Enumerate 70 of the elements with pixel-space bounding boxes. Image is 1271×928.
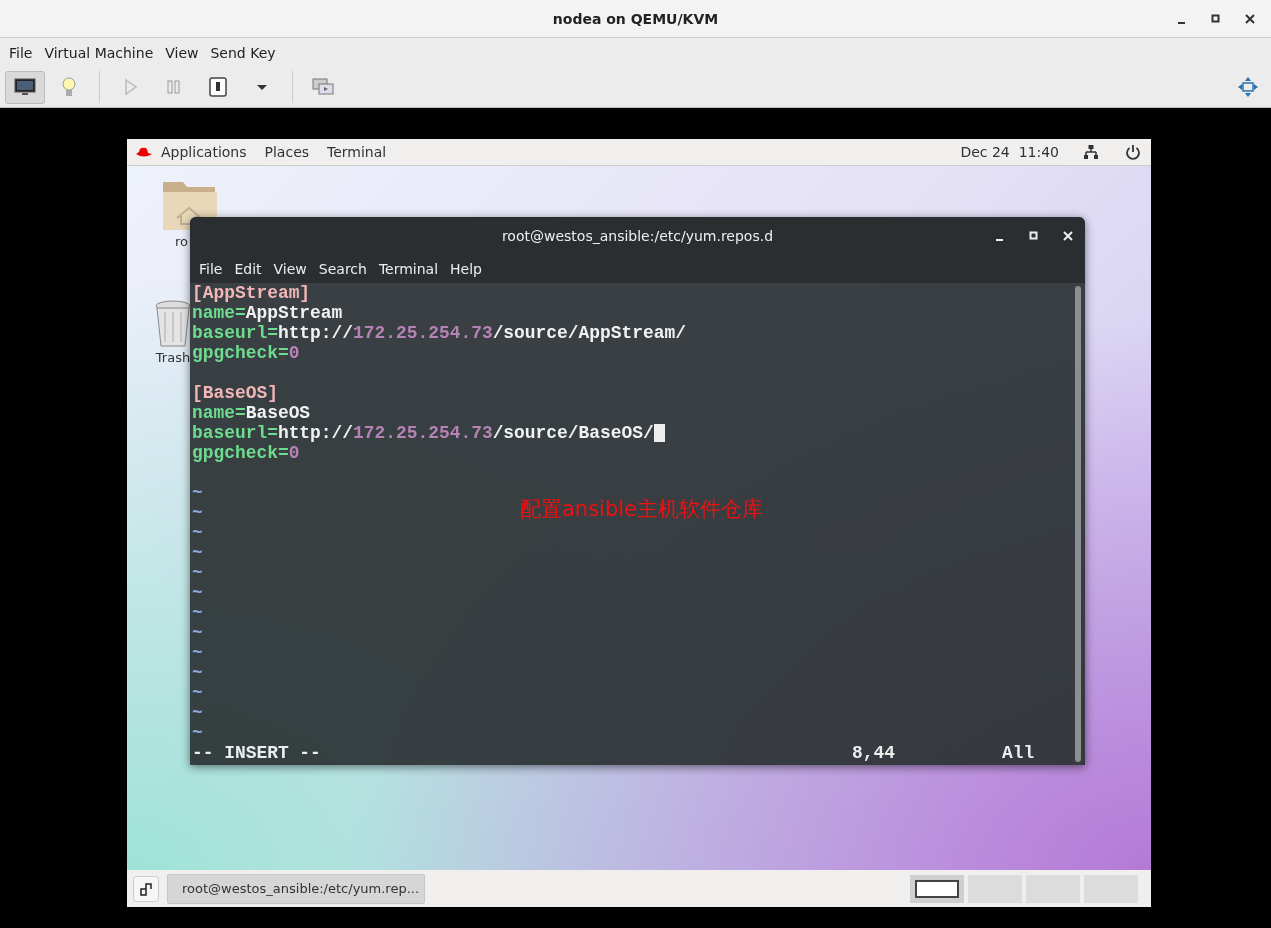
monitor-icon <box>13 77 37 97</box>
menu-item[interactable]: Virtual Machine <box>38 44 160 61</box>
screens-icon <box>311 76 335 98</box>
tilde-marker: ~ <box>192 523 203 543</box>
menu-item[interactable]: View <box>159 44 205 61</box>
caret-icon <box>255 82 269 92</box>
switch-icon <box>208 76 228 98</box>
tilde-marker: ~ <box>192 483 203 503</box>
menu-item[interactable]: Help <box>444 261 488 277</box>
tilde-marker: ~ <box>192 663 203 683</box>
close-icon[interactable] <box>1245 14 1255 24</box>
trash-icon[interactable] <box>153 298 193 348</box>
tilde-marker: ~ <box>192 543 203 563</box>
window-title: nodea on QEMU/KVM <box>552 10 719 27</box>
fullscreen-icon[interactable] <box>1236 75 1260 99</box>
code-text: AppStream <box>245 303 343 323</box>
menu-item[interactable]: Edit <box>228 261 268 277</box>
workspace-button[interactable] <box>910 874 964 903</box>
bulb-icon <box>59 76 79 98</box>
code-text: [AppStream] <box>192 283 311 303</box>
code-text: 0 <box>288 443 300 463</box>
code-text: /source/AppStream/ <box>492 323 686 343</box>
panel-menu[interactable]: Applications <box>161 144 247 160</box>
code-text: name= <box>192 403 246 423</box>
code-text: http:// <box>277 423 354 443</box>
code-text: 172.25.254.73 <box>353 423 493 443</box>
menu-item[interactable]: File <box>193 261 229 277</box>
code-text: /source/BaseOS/ <box>492 423 654 443</box>
clock[interactable]: Dec 24 11:40 <box>960 144 1059 160</box>
maximize-icon[interactable] <box>1211 14 1221 24</box>
menu-item[interactable]: View <box>267 261 313 277</box>
code-text: baseurl= <box>192 323 278 343</box>
menu-item[interactable]: Search <box>312 261 373 277</box>
tilde-marker: ~ <box>192 603 203 623</box>
tilde-marker: ~ <box>192 563 203 583</box>
tilde-marker: ~ <box>192 723 203 743</box>
panel-menu[interactable]: Terminal <box>327 144 387 160</box>
menu-item[interactable]: Terminal <box>372 261 445 277</box>
vim-mode: -- INSERT -- <box>192 743 322 763</box>
tilde-marker: ~ <box>192 643 203 663</box>
tilde-marker: ~ <box>192 503 203 523</box>
scrollbar[interactable] <box>1075 286 1081 762</box>
code-text: name= <box>192 303 246 323</box>
hat-icon <box>135 146 153 158</box>
code-text: gpgcheck= <box>192 443 289 463</box>
tilde-marker: ~ <box>192 583 203 603</box>
desktop-icon-label: ro <box>175 234 188 249</box>
network-icon[interactable] <box>1083 144 1099 160</box>
code-text: [BaseOS] <box>192 383 278 403</box>
code-text: 0 <box>288 343 300 363</box>
tilde-marker: ~ <box>192 703 203 723</box>
taskbar-window-button[interactable]: root@westos_ansible:/etc/yum.rep... <box>167 873 425 904</box>
code-text: http:// <box>277 323 354 343</box>
menu-item[interactable]: Send Key <box>204 44 282 61</box>
tilde-marker: ~ <box>192 623 203 643</box>
desktop-icon-label: Trash <box>155 350 191 365</box>
terminal-title: root@westos_ansible:/etc/yum.repos.d <box>501 228 774 244</box>
panel-menu[interactable]: Places <box>264 144 310 160</box>
menu-item[interactable]: File <box>3 44 39 61</box>
code-text: 172.25.254.73 <box>353 323 493 343</box>
code-text: gpgcheck= <box>192 343 289 363</box>
cursor-position: 8,44 <box>852 743 896 763</box>
monitor-button[interactable] <box>5 70 45 104</box>
annotation-text: 配置ansible主机软件仓库 <box>520 496 764 523</box>
show-desktop-icon[interactable] <box>133 875 159 902</box>
power-icon[interactable] <box>1125 144 1141 160</box>
code-text: BaseOS <box>245 403 311 423</box>
tilde-marker: ~ <box>192 683 203 703</box>
scroll-position: All <box>1002 743 1035 763</box>
code-text: baseurl= <box>192 423 278 443</box>
